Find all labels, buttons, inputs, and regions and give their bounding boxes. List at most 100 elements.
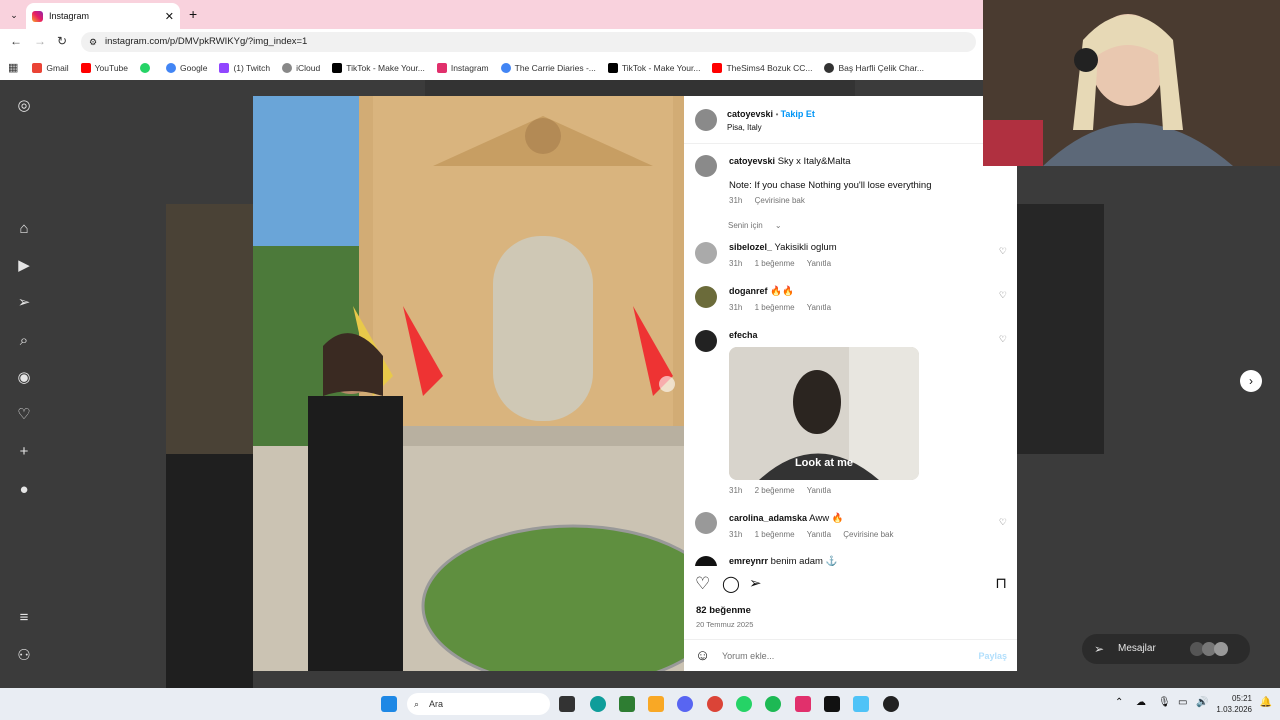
comment-likes[interactable]: 1 beğenme [755, 259, 795, 268]
forward-icon[interactable]: → [34, 34, 46, 48]
author-avatar[interactable] [695, 109, 717, 131]
comment-avatar[interactable] [695, 556, 717, 566]
post-location[interactable]: Pisa, Italy [727, 123, 762, 132]
comment-avatar[interactable] [695, 286, 717, 308]
home-icon[interactable]: ⌂ [14, 219, 34, 239]
edge-icon[interactable] [590, 696, 606, 712]
follow-button[interactable]: Takip Et [781, 109, 815, 119]
bookmark-item[interactable]: YouTube [80, 62, 128, 73]
volume-icon[interactable]: 🔊 [1196, 697, 1208, 708]
reply-link[interactable]: Yanıtla [807, 530, 831, 539]
comment-sort-dropdown[interactable]: Senin için [728, 221, 763, 230]
reply-link[interactable]: Yanıtla [807, 303, 831, 312]
caption-avatar[interactable] [695, 155, 717, 177]
threads-icon[interactable]: ⚇ [14, 646, 34, 666]
caption-username[interactable]: catoyevski [729, 156, 775, 166]
chrome-icon[interactable] [707, 696, 723, 712]
like-count[interactable]: 82 beğenme [696, 605, 751, 616]
reels-icon[interactable]: ▶ [14, 256, 34, 276]
microphone-icon[interactable]: 🎙 [1158, 697, 1171, 708]
app-icon[interactable] [619, 696, 635, 712]
back-icon[interactable]: ← [10, 34, 22, 48]
instagram-icon[interactable] [795, 696, 811, 712]
app-icon[interactable] [883, 696, 899, 712]
bookmark-item[interactable]: Baş Harfli Çelik Char... [824, 62, 924, 73]
explore-icon[interactable]: ◉ [14, 368, 34, 388]
avatar [1214, 642, 1228, 656]
like-comment-heart-icon[interactable]: ♡ [999, 517, 1007, 528]
notification-bell-icon[interactable]: 🔔 [1260, 697, 1272, 708]
translate-link[interactable]: Çevirisine bak [843, 530, 893, 539]
search-icon[interactable]: ⌕ [14, 331, 34, 351]
direct-icon[interactable]: ➢ [14, 293, 34, 313]
comment-avatar[interactable] [695, 242, 717, 264]
comment-bubble-icon[interactable]: ◯ [722, 574, 740, 594]
whatsapp-icon[interactable] [736, 696, 752, 712]
comment-likes[interactable]: 2 beğenme [755, 486, 795, 495]
windows-start-icon[interactable] [381, 696, 397, 712]
comment-username[interactable]: sibelozel_ [729, 242, 772, 252]
bookmark-item[interactable]: TheSims4 Bozuk CC... [712, 62, 812, 73]
site-info-icon[interactable]: ⚙ [89, 32, 97, 52]
taskbar-search[interactable]: ⌕ Ara [407, 693, 550, 715]
comment-row: doganref 🔥🔥 [729, 286, 794, 297]
post-photo[interactable] [253, 96, 684, 671]
bookmark-item[interactable]: The Carrie Diaries -... [500, 62, 596, 73]
bookmark-item[interactable]: (1) Twitch [219, 62, 270, 73]
bookmark-item[interactable]: Gmail [32, 62, 69, 73]
file-explorer-icon[interactable] [648, 696, 664, 712]
translate-link[interactable]: Çevirisine bak [755, 196, 805, 205]
bookmark-item[interactable] [140, 62, 154, 73]
like-comment-heart-icon[interactable]: ♡ [999, 334, 1007, 345]
reply-link[interactable]: Yanıtla [807, 259, 831, 268]
create-icon[interactable]: + [14, 442, 34, 462]
author-username[interactable]: catoyevski [727, 109, 773, 119]
notifications-icon[interactable]: ♡ [14, 405, 34, 425]
profile-avatar[interactable]: ● [14, 480, 34, 500]
emoji-icon[interactable]: ☺ [695, 647, 710, 664]
task-view-icon[interactable] [559, 696, 575, 712]
bookmark-item[interactable]: Google [166, 62, 207, 73]
apps-grid-icon[interactable]: ▦ [8, 61, 18, 74]
spotify-icon[interactable] [765, 696, 781, 712]
like-comment-heart-icon[interactable]: ♡ [999, 290, 1007, 301]
comment-likes[interactable]: 1 beğenme [755, 303, 795, 312]
comment-username[interactable]: efecha [729, 330, 758, 340]
more-menu-icon[interactable]: ≡ [14, 608, 34, 628]
like-heart-icon[interactable]: ♡ [695, 574, 710, 594]
save-bookmark-icon[interactable]: ⊓ [995, 574, 1007, 592]
comment-input[interactable]: Yorum ekle... [722, 651, 774, 661]
comment-avatar[interactable] [695, 512, 717, 534]
discord-icon[interactable] [677, 696, 693, 712]
comment-username[interactable]: emreynrr [729, 556, 768, 566]
bookmark-item[interactable]: iCloud [282, 62, 320, 73]
network-icon[interactable]: ☁ [1136, 697, 1146, 708]
display-icon[interactable]: ▭ [1178, 697, 1187, 708]
new-tab-icon[interactable]: + [189, 6, 197, 22]
like-comment-heart-icon[interactable]: ♡ [999, 246, 1007, 257]
url-field[interactable]: ⚙ instagram.com/p/DMVpkRWIKYg/?img_index… [81, 32, 976, 52]
bookmark-item[interactable]: TikTok - Make Your... [332, 62, 425, 73]
bookmark-item[interactable]: Instagram [436, 62, 489, 73]
messages-button[interactable]: ➢ Mesajlar [1082, 634, 1250, 664]
comment-avatar[interactable] [695, 330, 717, 352]
system-clock[interactable]: 05:21 1.03.2026 [1216, 693, 1252, 715]
bookmark-item[interactable]: TikTok - Make Your... [607, 62, 700, 73]
tiktok-icon[interactable] [824, 696, 840, 712]
comment-username[interactable]: carolina_adamska [729, 513, 807, 523]
reload-icon[interactable]: ↻ [57, 34, 67, 48]
app-icon[interactable] [853, 696, 869, 712]
close-tab-icon[interactable]: ✕ [165, 10, 174, 23]
next-post-chevron-icon[interactable]: › [1240, 370, 1262, 392]
chevron-down-icon[interactable]: ⌄ [775, 221, 782, 230]
comment-username[interactable]: doganref [729, 286, 768, 296]
post-comment-button[interactable]: Paylaş [978, 651, 1007, 661]
instagram-logo-icon[interactable]: ◎ [14, 96, 34, 116]
browser-tab[interactable]: Instagram ✕ [26, 3, 180, 29]
comment-gif[interactable]: Look at me [729, 347, 919, 480]
share-icon[interactable]: ➢ [749, 574, 762, 592]
reply-link[interactable]: Yanıtla [807, 486, 831, 495]
tab-list-icon[interactable]: ⌄ [6, 7, 22, 23]
comment-likes[interactable]: 1 beğenme [755, 530, 795, 539]
tray-chevron-icon[interactable]: ⌃ [1115, 697, 1123, 708]
